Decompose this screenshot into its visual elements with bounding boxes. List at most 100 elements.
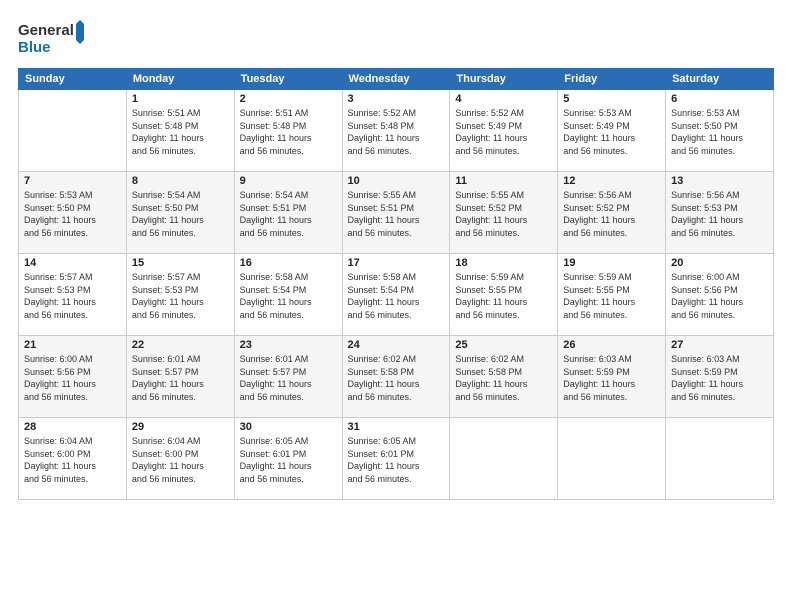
weekday-header-sunday: Sunday: [19, 69, 127, 90]
calendar-table: SundayMondayTuesdayWednesdayThursdayFrid…: [18, 68, 774, 500]
day-number: 19: [563, 257, 660, 269]
day-number: 6: [671, 93, 768, 105]
day-number: 1: [132, 93, 229, 105]
day-number: 24: [348, 339, 445, 351]
weekday-header-friday: Friday: [558, 69, 666, 90]
calendar-cell: 14 Sunrise: 5:57 AMSunset: 5:53 PMDayligh…: [19, 254, 127, 336]
day-info: Sunrise: 6:05 AMSunset: 6:01 PMDaylight:…: [240, 435, 337, 485]
header: General Blue: [18, 18, 774, 58]
day-info: Sunrise: 5:56 AMSunset: 5:52 PMDaylight:…: [563, 189, 660, 239]
day-number: 26: [563, 339, 660, 351]
day-number: 25: [455, 339, 552, 351]
calendar-cell: 13Sunrise: 5:56 AMSunset: 5:53 PMDayligh…: [666, 172, 774, 254]
calendar-cell: 22Sunrise: 6:01 AMSunset: 5:57 PMDayligh…: [126, 336, 234, 418]
calendar-cell: 18Sunrise: 5:59 AMSunset: 5:55 PMDayligh…: [450, 254, 558, 336]
calendar-cell: 15Sunrise: 5:57 AMSunset: 5:53 PMDayligh…: [126, 254, 234, 336]
calendar-row-0: 1 Sunrise: 5:51 AMSunset: 5:48 PMDaylight…: [19, 90, 774, 172]
weekday-header-monday: Monday: [126, 69, 234, 90]
calendar-cell: 2 Sunrise: 5:51 AMSunset: 5:48 PMDaylight…: [234, 90, 342, 172]
day-info: Sunrise: 5:54 AMSunset: 5:51 PMDaylight:…: [240, 189, 337, 239]
day-info: Sunrise: 5:53 AMSunset: 5:50 PMDaylight:…: [24, 189, 121, 239]
day-number: 4: [455, 93, 552, 105]
calendar-row-1: 7 Sunrise: 5:53 AMSunset: 5:50 PMDaylight…: [19, 172, 774, 254]
day-info: Sunrise: 5:51 AMSunset: 5:48 PMDaylight:…: [132, 107, 229, 157]
day-info: Sunrise: 5:57 AMSunset: 5:53 PMDaylight:…: [132, 271, 229, 321]
calendar-cell: 5 Sunrise: 5:53 AMSunset: 5:49 PMDaylight…: [558, 90, 666, 172]
day-info: Sunrise: 6:03 AMSunset: 5:59 PMDaylight:…: [671, 353, 768, 403]
logo: General Blue: [18, 18, 88, 58]
calendar-cell: 24 Sunrise: 6:02 AMSunset: 5:58 PMDayligh…: [342, 336, 450, 418]
day-info: Sunrise: 6:02 AMSunset: 5:58 PMDaylight:…: [348, 353, 445, 403]
day-number: 9: [240, 175, 337, 187]
weekday-header-thursday: Thursday: [450, 69, 558, 90]
weekday-header-saturday: Saturday: [666, 69, 774, 90]
calendar-cell: 29 Sunrise: 6:04 AMSunset: 6:00 PMDayligh…: [126, 418, 234, 500]
day-info: Sunrise: 6:03 AMSunset: 5:59 PMDaylight:…: [563, 353, 660, 403]
day-info: Sunrise: 5:52 AMSunset: 5:48 PMDaylight:…: [348, 107, 445, 157]
calendar-cell: 12 Sunrise: 5:56 AMSunset: 5:52 PMDayligh…: [558, 172, 666, 254]
day-info: Sunrise: 5:58 AMSunset: 5:54 PMDaylight:…: [348, 271, 445, 321]
day-info: Sunrise: 6:00 AMSunset: 5:56 PMDaylight:…: [24, 353, 121, 403]
day-number: 8: [132, 175, 229, 187]
calendar-cell: 9 Sunrise: 5:54 AMSunset: 5:51 PMDaylight…: [234, 172, 342, 254]
day-info: Sunrise: 6:04 AMSunset: 6:00 PMDaylight:…: [132, 435, 229, 485]
day-number: 7: [24, 175, 121, 187]
calendar-cell: [558, 418, 666, 500]
calendar-body: 1 Sunrise: 5:51 AMSunset: 5:48 PMDaylight…: [19, 90, 774, 500]
day-number: 14: [24, 257, 121, 269]
calendar-row-4: 28 Sunrise: 6:04 AMSunset: 6:00 PMDayligh…: [19, 418, 774, 500]
calendar-cell: 27 Sunrise: 6:03 AMSunset: 5:59 PMDayligh…: [666, 336, 774, 418]
day-info: Sunrise: 6:04 AMSunset: 6:00 PMDaylight:…: [24, 435, 121, 485]
calendar-cell: 1 Sunrise: 5:51 AMSunset: 5:48 PMDaylight…: [126, 90, 234, 172]
calendar-cell: 8 Sunrise: 5:54 AMSunset: 5:50 PMDaylight…: [126, 172, 234, 254]
day-number: 2: [240, 93, 337, 105]
day-info: Sunrise: 5:58 AMSunset: 5:54 PMDaylight:…: [240, 271, 337, 321]
calendar-cell: 25 Sunrise: 6:02 AMSunset: 5:58 PMDayligh…: [450, 336, 558, 418]
calendar-cell: [19, 90, 127, 172]
day-number: 28: [24, 421, 121, 433]
day-info: Sunrise: 5:53 AMSunset: 5:50 PMDaylight:…: [671, 107, 768, 157]
day-number: 10: [348, 175, 445, 187]
calendar-cell: 21 Sunrise: 6:00 AMSunset: 5:56 PMDayligh…: [19, 336, 127, 418]
weekday-header-row: SundayMondayTuesdayWednesdayThursdayFrid…: [19, 69, 774, 90]
calendar-row-3: 21 Sunrise: 6:00 AMSunset: 5:56 PMDayligh…: [19, 336, 774, 418]
day-number: 30: [240, 421, 337, 433]
calendar-cell: 6 Sunrise: 5:53 AMSunset: 5:50 PMDaylight…: [666, 90, 774, 172]
day-info: Sunrise: 5:51 AMSunset: 5:48 PMDaylight:…: [240, 107, 337, 157]
day-info: Sunrise: 6:02 AMSunset: 5:58 PMDaylight:…: [455, 353, 552, 403]
day-info: Sunrise: 6:00 AMSunset: 5:56 PMDaylight:…: [671, 271, 768, 321]
day-number: 20: [671, 257, 768, 269]
day-number: 5: [563, 93, 660, 105]
logo-svg: General Blue: [18, 18, 88, 58]
calendar-cell: 19 Sunrise: 5:59 AMSunset: 5:55 PMDayligh…: [558, 254, 666, 336]
day-number: 12: [563, 175, 660, 187]
day-number: 3: [348, 93, 445, 105]
day-info: Sunrise: 5:52 AMSunset: 5:49 PMDaylight:…: [455, 107, 552, 157]
day-info: Sunrise: 5:53 AMSunset: 5:49 PMDaylight:…: [563, 107, 660, 157]
day-number: 13: [671, 175, 768, 187]
calendar-cell: 30 Sunrise: 6:05 AMSunset: 6:01 PMDayligh…: [234, 418, 342, 500]
day-number: 21: [24, 339, 121, 351]
calendar-cell: 7 Sunrise: 5:53 AMSunset: 5:50 PMDaylight…: [19, 172, 127, 254]
day-number: 16: [240, 257, 337, 269]
day-number: 27: [671, 339, 768, 351]
day-info: Sunrise: 6:05 AMSunset: 6:01 PMDaylight:…: [348, 435, 445, 485]
day-number: 31: [348, 421, 445, 433]
day-info: Sunrise: 5:55 AMSunset: 5:51 PMDaylight:…: [348, 189, 445, 239]
calendar-page: General Blue SundayMondayTuesdayWednesda…: [0, 0, 792, 612]
day-info: Sunrise: 5:57 AMSunset: 5:53 PMDaylight:…: [24, 271, 121, 321]
day-info: Sunrise: 5:54 AMSunset: 5:50 PMDaylight:…: [132, 189, 229, 239]
calendar-cell: 26 Sunrise: 6:03 AMSunset: 5:59 PMDayligh…: [558, 336, 666, 418]
day-number: 22: [132, 339, 229, 351]
calendar-cell: 11 Sunrise: 5:55 AMSunset: 5:52 PMDayligh…: [450, 172, 558, 254]
svg-text:General: General: [18, 22, 74, 39]
svg-text:Blue: Blue: [18, 39, 51, 56]
day-info: Sunrise: 5:59 AMSunset: 5:55 PMDaylight:…: [563, 271, 660, 321]
day-number: 11: [455, 175, 552, 187]
day-number: 23: [240, 339, 337, 351]
calendar-cell: 31 Sunrise: 6:05 AMSunset: 6:01 PMDayligh…: [342, 418, 450, 500]
calendar-cell: 10 Sunrise: 5:55 AMSunset: 5:51 PMDayligh…: [342, 172, 450, 254]
day-info: Sunrise: 5:55 AMSunset: 5:52 PMDaylight:…: [455, 189, 552, 239]
calendar-row-2: 14 Sunrise: 5:57 AMSunset: 5:53 PMDayligh…: [19, 254, 774, 336]
day-number: 29: [132, 421, 229, 433]
